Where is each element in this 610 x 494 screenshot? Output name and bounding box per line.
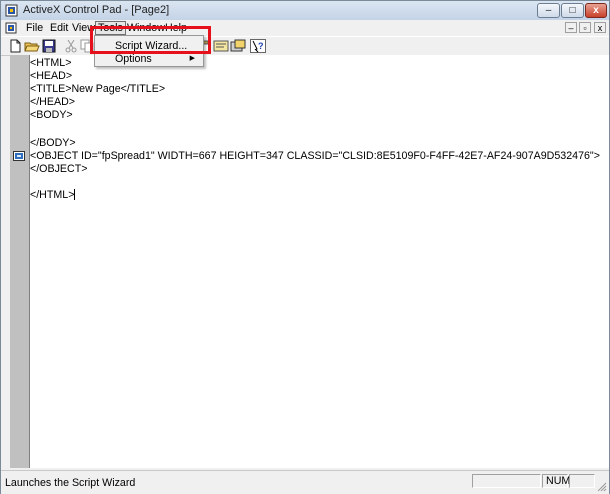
code-line: </OBJECT>: [30, 163, 88, 175]
cut-icon[interactable]: [63, 39, 79, 53]
document-icon[interactable]: [5, 22, 17, 34]
submenu-arrow-icon: ▶: [189, 55, 195, 62]
status-panel-empty: [472, 474, 541, 488]
code-line: </BODY>: [30, 137, 76, 149]
mdi-minimize-button[interactable]: –: [565, 22, 577, 33]
app-window: ActiveX Control Pad - [Page2] – □ x File…: [0, 0, 610, 494]
editor-gutter: [10, 55, 30, 468]
resize-grip-icon[interactable]: [597, 482, 607, 492]
open-folder-icon[interactable]: [24, 39, 40, 53]
menu-edit[interactable]: Edit: [48, 22, 70, 34]
code-line: <OBJECT ID="fpSpread1" WIDTH=667 HEIGHT=…: [30, 150, 600, 162]
code-line: </HEAD>: [30, 96, 76, 108]
html-editor[interactable]: <HTML> <HEAD> <TITLE>New Page</TITLE> </…: [30, 55, 609, 468]
num-lock-indicator: NUM: [542, 474, 570, 488]
status-bar: Launches the Script Wizard NUM: [1, 470, 609, 494]
maximize-icon: □: [569, 5, 576, 16]
code-line: <TITLE>New Page</TITLE>: [30, 83, 166, 95]
close-button[interactable]: x: [585, 3, 607, 18]
window-title: ActiveX Control Pad - [Page2]: [23, 4, 170, 16]
new-page-icon[interactable]: [7, 39, 23, 53]
menu-item-options[interactable]: Options ▶: [97, 52, 201, 66]
close-icon: x: [593, 5, 599, 16]
activex-app-icon: [5, 4, 18, 17]
activex-object-icon[interactable]: [13, 151, 25, 161]
menu-item-label: Options: [115, 53, 152, 65]
insert-object-icon[interactable]: [230, 39, 246, 53]
svg-text:?: ?: [258, 41, 264, 51]
code-line-with-caret: </HTML>: [30, 189, 76, 202]
mdi-restore-button[interactable]: ▫: [579, 22, 591, 33]
mdi-close-button[interactable]: x: [594, 22, 606, 33]
save-icon[interactable]: [41, 39, 57, 53]
help-context-icon[interactable]: ?: [250, 39, 266, 53]
code-line: </HTML>: [30, 189, 75, 201]
menu-file[interactable]: File: [24, 22, 45, 34]
minimize-button[interactable]: –: [537, 3, 560, 18]
status-panel-scroll: [569, 474, 595, 488]
title-bar[interactable]: ActiveX Control Pad - [Page2] – □ x: [1, 1, 609, 21]
code-line: <BODY>: [30, 109, 73, 121]
annotation-highlight-box: [90, 26, 211, 54]
code-line: <HTML>: [30, 57, 72, 69]
status-message: Launches the Script Wizard: [5, 477, 136, 489]
text-caret: [74, 189, 76, 200]
script-wizard-icon[interactable]: [213, 39, 229, 53]
maximize-button[interactable]: □: [561, 3, 584, 18]
code-line: <HEAD>: [30, 70, 73, 82]
minimize-icon: –: [545, 5, 552, 16]
